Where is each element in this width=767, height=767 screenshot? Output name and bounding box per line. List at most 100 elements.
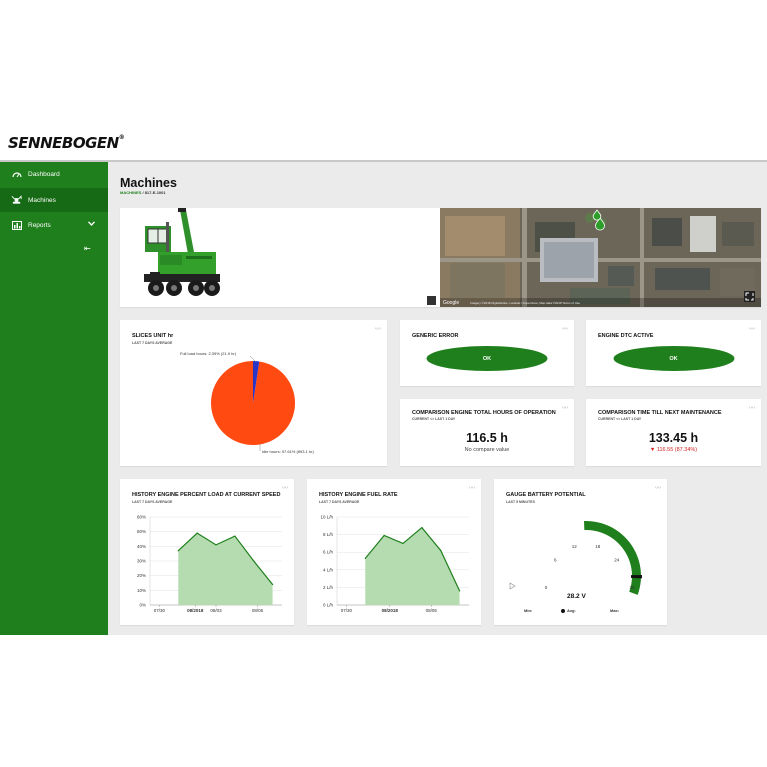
area-fill — [365, 527, 460, 605]
status-badge: OK — [426, 346, 548, 371]
card-title: GENERIC ERROR — [412, 333, 459, 339]
map-provider-label: Google — [443, 300, 459, 306]
breadcrumb-leaf: 817-E-1001 — [144, 190, 166, 195]
data-point[interactable] — [215, 544, 217, 546]
collapse-sidebar-icon[interactable]: ⇤ — [84, 244, 91, 253]
load-area-chart: 0% 10% 20% 30% 40% 50% 60% 07/30 08/2018 08/03 08/… — [137, 515, 282, 613]
excavator-icon — [11, 195, 22, 205]
status-badge: OK — [613, 346, 734, 371]
data-point[interactable] — [458, 590, 461, 592]
engine-dtc-card: ENGINE DTC ACTIVE 〰 OK — [586, 320, 761, 386]
trend-icon[interactable]: 〰 — [562, 324, 568, 333]
generic-error-card: GENERIC ERROR 〰 OK — [400, 320, 574, 386]
sennebogen-logo: SENNEBOGEN® — [8, 134, 125, 152]
gauge-tick-label: 18 — [595, 544, 601, 549]
sidebar: Dashboard Machines Reports — [0, 162, 108, 635]
data-point[interactable] — [364, 557, 366, 559]
load-history-card: HISTORY ENGINE PERCENT LOAD AT CURRENT S… — [120, 479, 294, 625]
gauge-band — [584, 521, 641, 595]
sidebar-item-label: Dashboard — [28, 170, 60, 178]
gauge-play-icon[interactable] — [509, 582, 516, 590]
battery-gauge: 0 6 12 18 24 30 28.2 V Min: Avg: Max: — [509, 521, 642, 613]
sidebar-item-dashboard[interactable]: Dashboard — [0, 162, 108, 186]
y-tick-label: 50% — [137, 529, 146, 534]
gauge-tick-label: 6 — [554, 558, 557, 563]
gauge-max-label: Max: — [610, 608, 619, 613]
fullscreen-icon[interactable] — [744, 291, 755, 302]
pie-label-full: Full load hours: 2.39% (21.9 hr) — [180, 351, 237, 356]
sidebar-item-machines[interactable]: Machines — [0, 188, 108, 212]
battery-gauge-card: GAUGE BATTERY POTENTIAL LAST 5 MINUTES 〰… — [494, 479, 667, 625]
x-tick-label: 08/2018 — [187, 608, 204, 613]
satellite-map[interactable]: Google Imagery ©2018 DigitalGlobe, Lands… — [440, 208, 761, 307]
data-point[interactable] — [402, 542, 404, 544]
x-tick-label: 08/2018 — [382, 608, 399, 613]
trend-icon[interactable]: 〰 — [749, 403, 755, 412]
data-point[interactable] — [271, 583, 274, 586]
trend-icon[interactable]: 〰 — [562, 403, 568, 412]
y-tick-label: 30% — [137, 559, 146, 564]
machine-banner: Google Imagery ©2018 DigitalGlobe, Lands… — [120, 208, 761, 307]
y-tick-label: 60% — [137, 515, 146, 520]
data-point[interactable] — [383, 534, 385, 537]
machine-image — [144, 208, 220, 296]
chevron-down-icon[interactable] — [88, 219, 95, 228]
map-toggle-icon[interactable] — [427, 296, 436, 305]
y-tick-label: 0 L/h — [323, 603, 334, 608]
gauge-tick-label: 24 — [614, 558, 620, 563]
gauge-value: 28.2 V — [567, 593, 586, 600]
logo-text: SENNEBOGEN — [8, 134, 119, 152]
breadcrumb-root[interactable]: MACHINES — [120, 190, 141, 195]
y-tick-label: 0% — [139, 603, 146, 608]
gauge-icon — [11, 170, 22, 179]
card-title: ENGINE DTC ACTIVE — [598, 333, 654, 339]
data-point[interactable] — [234, 535, 236, 537]
x-tick-label: 08/05 — [252, 608, 264, 613]
y-tick-label: 10 L/h — [320, 515, 333, 520]
x-tick-label: 08/05 — [426, 608, 438, 613]
data-point[interactable] — [253, 560, 255, 562]
hours-value: 116.5 h — [466, 431, 508, 445]
page-title: Machines — [120, 176, 177, 190]
maintenance-value: 133.45 h — [648, 431, 699, 445]
x-tick-label: 07/30 — [154, 608, 166, 613]
y-tick-label: 8 L/h — [323, 532, 334, 537]
data-point[interactable] — [177, 550, 179, 552]
trend-icon[interactable]: 〰 — [749, 324, 755, 333]
pie-label-idle: Idle hours: 97.61% (893.1 hr) — [262, 449, 314, 454]
gauge-min-label: Min: — [524, 608, 532, 613]
sidebar-item-label: Machines — [28, 196, 56, 204]
compare-hours-card: COMPARISON ENGINE TOTAL HOURS OF OPERATI… — [400, 399, 574, 466]
compare-note: No compare value — [464, 447, 510, 453]
x-tick-label: 08/03 — [210, 608, 222, 613]
maintenance-delta: ▼ 116.55 (87.34%) — [649, 447, 698, 453]
area-fill — [178, 533, 273, 605]
card-title: COMPARISON TIME TILL NEXT MAINTENANCE — [598, 410, 722, 416]
sidebar-item-reports[interactable]: Reports — [0, 213, 108, 237]
gauge-tick-label: 12 — [572, 544, 578, 549]
y-tick-label: 2 L/h — [323, 585, 334, 590]
y-tick-label: 4 L/h — [323, 567, 334, 572]
gauge-needle — [630, 574, 642, 579]
fuel-area-chart: 0 L/h 2 L/h 4 L/h 6 L/h 8 L/h 10 L/h 07/30 08/2… — [320, 515, 469, 613]
compare-maintenance-card: COMPARISON TIME TILL NEXT MAINTENANCE CU… — [586, 399, 761, 466]
data-point[interactable] — [440, 549, 442, 552]
y-tick-label: 10% — [137, 588, 146, 593]
y-tick-label: 40% — [137, 544, 146, 549]
slices-card: SLICES UNIT hr LAST 7 DAYS AVERAGE 〰 Ful… — [120, 320, 387, 466]
pie-chart: Full load hours: 2.39% (21.9 hr) Idle ho… — [180, 351, 314, 454]
sidebar-item-label: Reports — [28, 221, 51, 229]
gauge-tick-label: 30 — [629, 585, 635, 590]
fuel-history-card: HISTORY ENGINE FUEL RATE LAST 7 DAYS AVE… — [307, 479, 481, 625]
gauge-avg-dot — [561, 609, 565, 613]
logo-reg: ® — [118, 134, 125, 141]
data-point[interactable] — [196, 532, 198, 534]
breadcrumb: MACHINES / 817-E-1001 — [120, 190, 166, 195]
map-attribution: Imagery ©2018 DigitalGlobe, Landsat / Co… — [470, 301, 580, 305]
gauge-avg-label: Avg: — [567, 608, 576, 613]
bar-chart-icon — [11, 220, 22, 230]
card-subtitle: CURRENT <> LAST 1 DAY — [598, 417, 642, 421]
y-tick-label: 6 L/h — [323, 550, 334, 555]
gauge-tick-label: 0 — [545, 585, 548, 590]
data-point[interactable] — [421, 526, 423, 529]
